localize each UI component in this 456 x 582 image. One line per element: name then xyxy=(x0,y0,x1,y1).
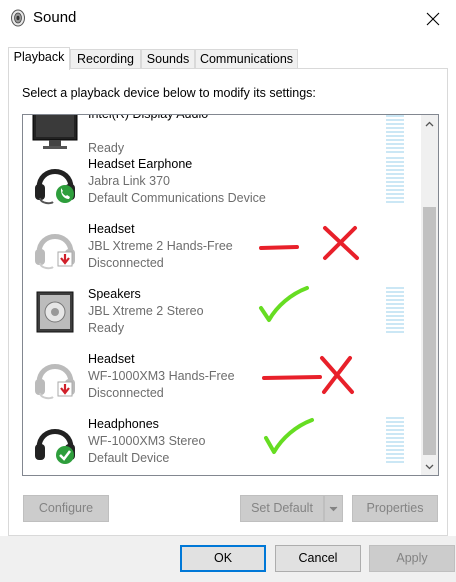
instruction-text: Select a playback device below to modify… xyxy=(22,86,316,100)
set-default-button[interactable]: Set Default xyxy=(240,495,324,522)
device-list[interactable]: Intel(R) Display Audio Ready Headset Ear… xyxy=(22,114,439,476)
properties-button[interactable]: Properties xyxy=(352,495,438,522)
phone-badge xyxy=(56,185,74,203)
device-status: Disconnected xyxy=(88,386,164,400)
device-name: Speakers xyxy=(88,287,141,301)
chevron-up-icon xyxy=(425,121,434,126)
device-name: Intel(R) Display Audio xyxy=(88,115,208,123)
device-name: Headset xyxy=(88,352,135,366)
list-item[interactable]: Speakers JBL Xtreme 2 Stereo Ready xyxy=(23,280,421,345)
tab-playback[interactable]: Playback xyxy=(8,47,70,70)
cancel-button[interactable]: Cancel xyxy=(275,545,361,572)
device-status: Default Device xyxy=(88,451,170,465)
device-description: Jabra Link 370 xyxy=(88,174,171,188)
device-name: Headset xyxy=(88,222,135,236)
window-title: Sound xyxy=(33,9,77,26)
list-item[interactable]: Headset Earphone Jabra Link 370 Default … xyxy=(23,150,421,215)
headset-icon xyxy=(35,169,75,205)
apply-button[interactable]: Apply xyxy=(369,545,455,572)
scroll-up-button[interactable] xyxy=(421,115,438,132)
device-description: JBL Xtreme 2 Stereo xyxy=(88,304,204,318)
speaker-box-icon xyxy=(36,291,74,333)
ok-button[interactable]: OK xyxy=(180,545,266,572)
close-icon xyxy=(426,12,440,26)
green-check-annotation xyxy=(259,286,309,322)
scroll-thumb[interactable] xyxy=(423,207,436,455)
headset-icon xyxy=(35,364,75,400)
close-button[interactable] xyxy=(410,0,456,38)
vertical-scrollbar[interactable] xyxy=(421,115,438,475)
set-default-dropdown-button[interactable] xyxy=(324,495,343,522)
chevron-down-icon xyxy=(329,506,338,512)
speaker-icon xyxy=(11,9,25,27)
configure-button[interactable]: Configure xyxy=(23,495,109,522)
level-meter xyxy=(386,157,404,207)
title-bar: Sound xyxy=(0,0,456,38)
red-dash-cross-annotation xyxy=(262,356,354,394)
tab-recording[interactable]: Recording xyxy=(70,49,141,69)
level-meter xyxy=(386,287,404,337)
device-description: WF-1000XM3 Stereo xyxy=(88,434,206,448)
green-check-annotation xyxy=(264,418,314,454)
default-check-badge xyxy=(56,446,74,464)
chevron-down-icon xyxy=(425,464,434,469)
level-meter xyxy=(386,417,404,467)
device-name: Headset Earphone xyxy=(88,157,193,171)
device-description: WF-1000XM3 Hands-Free xyxy=(88,369,235,383)
headphones-icon xyxy=(35,429,75,464)
scroll-down-button[interactable] xyxy=(421,458,438,475)
tab-sounds[interactable]: Sounds xyxy=(141,49,195,69)
device-description: JBL Xtreme 2 Hands-Free xyxy=(88,239,233,253)
device-description xyxy=(88,123,208,140)
device-status: Disconnected xyxy=(88,256,164,270)
device-status: Ready xyxy=(88,321,125,335)
list-item[interactable]: Headphones WF-1000XM3 Stereo Default Dev… xyxy=(23,410,421,475)
red-dash-cross-annotation xyxy=(259,226,359,260)
tab-communications[interactable]: Communications xyxy=(195,49,298,69)
device-name: Headphones xyxy=(88,417,159,431)
list-item[interactable]: Headset WF-1000XM3 Hands-Free Disconnect… xyxy=(23,345,421,410)
headset-icon xyxy=(35,234,75,270)
device-status: Default Communications Device xyxy=(88,191,266,205)
